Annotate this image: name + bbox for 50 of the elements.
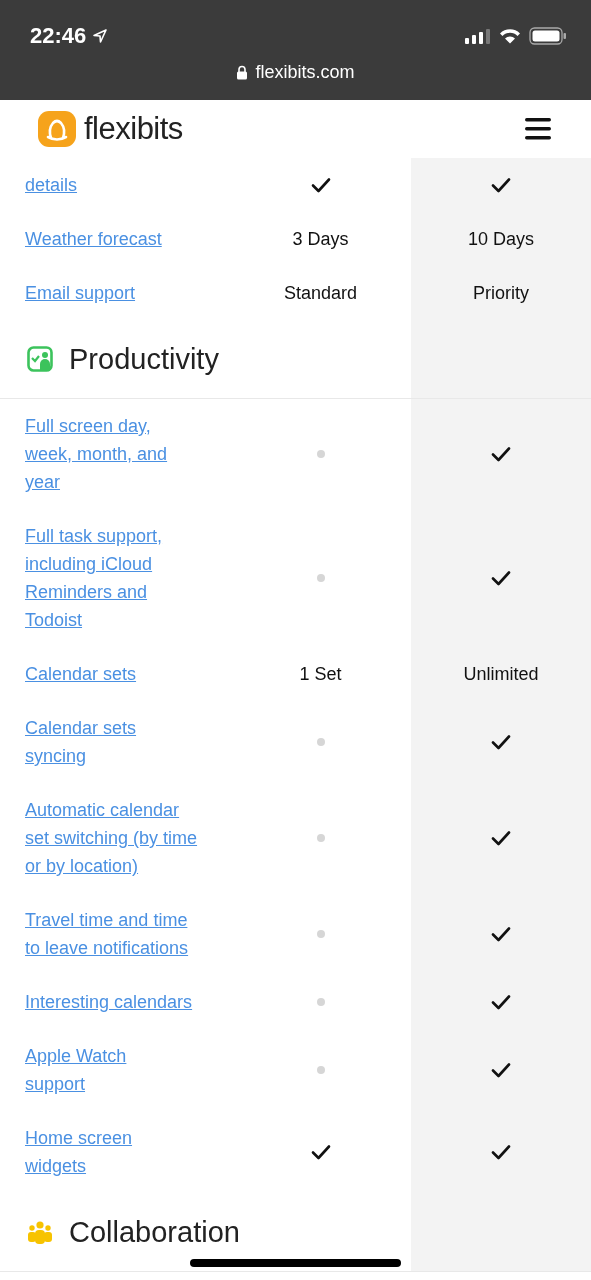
dot-icon xyxy=(316,998,325,1006)
dot-icon xyxy=(316,930,325,938)
checkmark-icon xyxy=(491,830,511,846)
url-text: flexibits.com xyxy=(255,62,355,83)
dot-icon xyxy=(316,834,325,842)
checkmark-icon xyxy=(491,1144,511,1160)
logo-text[interactable]: flexibits xyxy=(84,111,183,147)
dot-icon xyxy=(316,1066,325,1074)
feature-link[interactable]: Calendar sets xyxy=(25,660,137,688)
feature-link[interactable]: Home screen widgets xyxy=(25,1124,133,1180)
people-icon xyxy=(27,1220,53,1244)
checkmark-icon xyxy=(491,177,511,193)
checkmark-icon xyxy=(491,1062,511,1078)
battery-icon xyxy=(529,27,567,45)
feature-link[interactable]: Travel time and time to leave notifications xyxy=(25,906,189,962)
checkmark-icon xyxy=(491,926,511,942)
checkmark-icon xyxy=(491,570,511,586)
location-arrow-icon xyxy=(92,28,109,44)
checkmark-icon xyxy=(310,1144,331,1160)
person-check-icon xyxy=(27,346,53,372)
feature-link[interactable]: details xyxy=(25,171,78,199)
feature-link[interactable]: Interesting calendars xyxy=(25,988,193,1016)
value-text: Standard xyxy=(283,282,358,304)
signal-icon xyxy=(465,28,491,44)
checkmark-icon xyxy=(491,734,511,750)
value-text: 3 Days xyxy=(292,228,349,250)
feature-link[interactable]: Full screen day, week, month, and year xyxy=(25,412,168,496)
value-text: Unlimited xyxy=(463,663,539,685)
dot-icon xyxy=(316,450,325,458)
address-bar[interactable]: flexibits.com xyxy=(236,62,355,83)
feature-link[interactable]: Automatic calendar set switching (by time or by location) xyxy=(25,796,198,880)
clock-time: 22:46 xyxy=(30,23,87,49)
feature-link[interactable]: Weather forecast xyxy=(25,225,162,253)
feature-link[interactable]: Apple Watch support xyxy=(25,1042,127,1098)
section-heading: Productivity xyxy=(69,342,219,376)
feature-link[interactable]: Email support xyxy=(25,279,136,307)
dot-icon xyxy=(316,574,325,582)
value-text: Priority xyxy=(473,282,529,304)
checkmark-icon xyxy=(310,177,331,193)
value-text: 10 Days xyxy=(467,228,534,250)
lock-icon xyxy=(236,65,249,80)
menu-icon[interactable] xyxy=(525,118,551,140)
value-text: 1 Set xyxy=(299,663,342,685)
section-heading: Collaboration xyxy=(69,1215,240,1249)
feature-link[interactable]: Full task support, including iCloud Reminders and Todoist xyxy=(25,522,163,634)
wifi-icon xyxy=(499,28,521,44)
dot-icon xyxy=(316,738,325,746)
feature-link[interactable]: Calendar sets syncing xyxy=(25,714,137,770)
checkmark-icon xyxy=(491,446,511,462)
checkmark-icon xyxy=(491,994,511,1010)
